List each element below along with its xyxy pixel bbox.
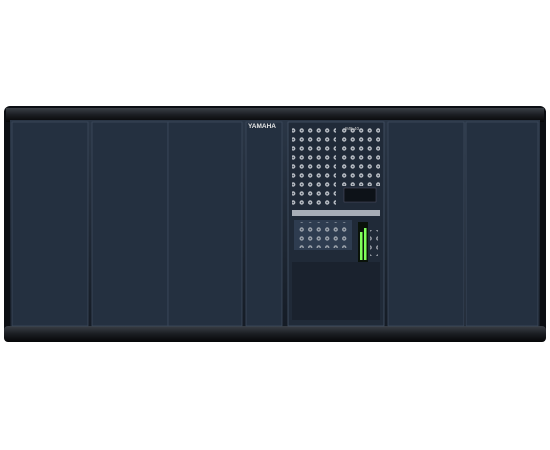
channel-group — [465, 121, 539, 327]
console-armrest — [4, 326, 546, 342]
master-display — [343, 187, 377, 203]
mixing-console-photo: YAMAHA IM8-40 — [4, 106, 546, 342]
master-section — [287, 121, 385, 327]
channel-group — [167, 121, 243, 327]
channel-group — [91, 121, 169, 327]
brand-logo: YAMAHA — [248, 123, 276, 130]
model-label: IM8-40 — [345, 126, 360, 131]
channel-group — [245, 121, 283, 327]
channel-group — [11, 121, 89, 327]
console-top-rail — [6, 108, 544, 122]
channel-group — [387, 121, 465, 327]
